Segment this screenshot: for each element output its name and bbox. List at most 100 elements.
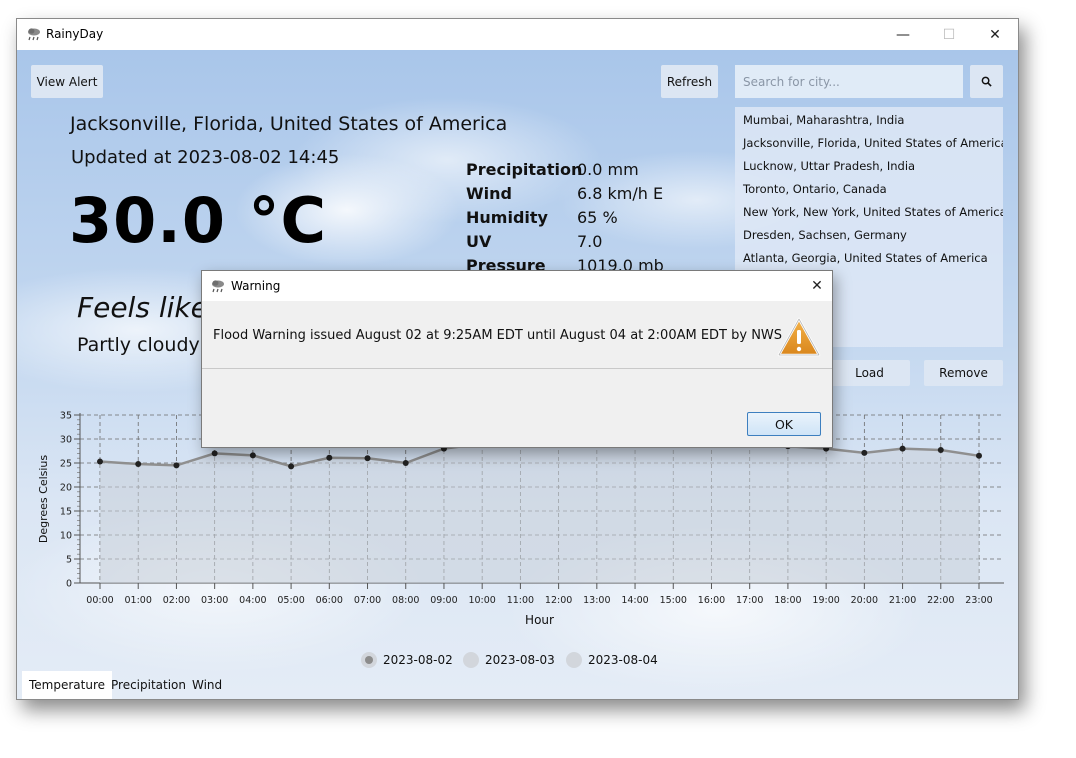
search-button[interactable] bbox=[970, 65, 1003, 98]
x-tick-label: 07:00 bbox=[354, 595, 381, 606]
data-point bbox=[899, 445, 906, 452]
refresh-button[interactable]: Refresh bbox=[661, 65, 718, 98]
dialog-title-bar: Warning ✕ bbox=[202, 271, 832, 301]
x-tick-label: 15:00 bbox=[660, 595, 687, 606]
view-alert-button[interactable]: View Alert bbox=[31, 65, 103, 98]
list-item[interactable]: New York, New York, United States of Ame… bbox=[743, 205, 1003, 219]
x-tick-label: 06:00 bbox=[316, 595, 343, 606]
stat-label: Humidity bbox=[466, 208, 548, 227]
window-title: RainyDay bbox=[46, 27, 104, 41]
stat-value: 0.0 mm bbox=[577, 160, 639, 179]
x-tick-label: 23:00 bbox=[965, 595, 992, 606]
search-icon bbox=[981, 76, 992, 87]
x-tick-label: 17:00 bbox=[736, 595, 763, 606]
x-tick-label: 09:00 bbox=[430, 595, 457, 606]
x-tick-label: 08:00 bbox=[392, 595, 419, 606]
stat-label: UV bbox=[466, 232, 492, 251]
dialog-message: Flood Warning issued August 02 at 9:25AM… bbox=[213, 328, 783, 343]
x-tick-label: 16:00 bbox=[698, 595, 725, 606]
data-point bbox=[861, 449, 868, 456]
y-tick-label: 25 bbox=[60, 459, 72, 470]
list-item[interactable]: Mumbai, Maharashtra, India bbox=[743, 113, 904, 127]
dialog-separator bbox=[202, 368, 832, 369]
warning-dialog: Warning ✕ Flood Warning issued August 02… bbox=[201, 270, 833, 448]
x-tick-label: 22:00 bbox=[927, 595, 954, 606]
list-item[interactable]: Atlanta, Georgia, United States of Ameri… bbox=[743, 251, 988, 265]
x-tick-label: 14:00 bbox=[621, 595, 648, 606]
x-tick-label: 11:00 bbox=[507, 595, 534, 606]
legend-marker-icon bbox=[566, 652, 582, 668]
tab-wind[interactable]: Wind bbox=[185, 671, 229, 699]
legend-label: 2023-08-04 bbox=[588, 653, 658, 667]
feels-like: Feels like bbox=[77, 291, 208, 324]
updated-time: Updated at 2023-08-02 14:45 bbox=[71, 147, 340, 168]
legend-marker-icon bbox=[463, 652, 479, 668]
minimize-button[interactable]: — bbox=[880, 19, 926, 50]
tab-temperature[interactable]: Temperature bbox=[22, 671, 113, 699]
stat-value: 6.8 km/h E bbox=[577, 184, 664, 203]
data-point bbox=[173, 462, 180, 469]
data-point bbox=[288, 463, 295, 470]
rain-cloud-icon bbox=[212, 280, 224, 293]
x-tick-label: 02:00 bbox=[163, 595, 190, 606]
x-tick-label: 05:00 bbox=[277, 595, 304, 606]
location-name: Jacksonville, Florida, United States of … bbox=[70, 113, 508, 135]
x-tick-label: 20:00 bbox=[851, 595, 878, 606]
data-point bbox=[249, 452, 256, 459]
dialog-close-button[interactable]: ✕ bbox=[802, 271, 832, 301]
x-tick-label: 18:00 bbox=[774, 595, 801, 606]
legend-item-2[interactable]: 2023-08-03 bbox=[463, 650, 555, 670]
legend-item-3[interactable]: 2023-08-04 bbox=[566, 650, 658, 670]
y-tick-label: 20 bbox=[60, 483, 72, 494]
search-input[interactable] bbox=[735, 65, 963, 98]
data-point bbox=[326, 454, 333, 461]
x-tick-label: 00:00 bbox=[86, 595, 113, 606]
stat-value: 65 % bbox=[577, 208, 618, 227]
x-tick-label: 13:00 bbox=[583, 595, 610, 606]
y-tick-label: 15 bbox=[60, 507, 72, 518]
data-point bbox=[976, 452, 982, 459]
data-point bbox=[211, 450, 218, 457]
y-tick-label: 0 bbox=[66, 579, 72, 590]
data-point bbox=[97, 458, 103, 465]
y-tick-label: 30 bbox=[60, 435, 72, 446]
data-point bbox=[937, 447, 944, 454]
legend-label: 2023-08-03 bbox=[485, 653, 555, 667]
rain-cloud-icon bbox=[28, 28, 40, 41]
legend-marker-icon bbox=[361, 652, 377, 668]
list-item[interactable]: Toronto, Ontario, Canada bbox=[743, 182, 887, 196]
x-tick-label: 21:00 bbox=[889, 595, 916, 606]
load-button[interactable]: Load bbox=[829, 360, 910, 386]
x-tick-label: 12:00 bbox=[545, 595, 572, 606]
y-tick-label: 35 bbox=[60, 411, 72, 422]
y-tick-label: 10 bbox=[60, 531, 72, 542]
x-tick-label: 03:00 bbox=[201, 595, 228, 606]
current-temperature: 30.0 °C bbox=[69, 184, 328, 257]
remove-button[interactable]: Remove bbox=[924, 360, 1003, 386]
x-axis-label: Hour bbox=[525, 613, 554, 627]
y-tick-label: 5 bbox=[66, 555, 72, 566]
x-tick-label: 10:00 bbox=[468, 595, 495, 606]
data-point bbox=[135, 460, 142, 467]
condition-text: Partly cloudy bbox=[77, 334, 200, 356]
warning-icon bbox=[777, 317, 821, 357]
data-point bbox=[402, 460, 409, 466]
list-item[interactable]: Dresden, Sachsen, Germany bbox=[743, 228, 907, 242]
maximize-button[interactable]: ☐ bbox=[926, 19, 972, 50]
stat-wind: Wind 6.8 km/h E bbox=[466, 184, 726, 208]
y-axis-label: Degrees Celsius bbox=[37, 455, 50, 544]
stat-precipitation: Precipitation 0.0 mm bbox=[466, 160, 726, 184]
list-item[interactable]: Jacksonville, Florida, United States of … bbox=[743, 136, 1003, 150]
stat-uv: UV 7.0 bbox=[466, 232, 726, 256]
data-point bbox=[364, 455, 371, 462]
dialog-title: Warning bbox=[231, 279, 281, 293]
stat-humidity: Humidity 65 % bbox=[466, 208, 726, 232]
close-button[interactable]: ✕ bbox=[972, 19, 1018, 50]
stat-label: Precipitation bbox=[466, 160, 583, 179]
list-item[interactable]: Lucknow, Uttar Pradesh, India bbox=[743, 159, 915, 173]
series-area bbox=[100, 439, 979, 583]
tab-precipitation[interactable]: Precipitation bbox=[104, 671, 193, 699]
legend-item-1[interactable]: 2023-08-02 bbox=[361, 650, 453, 670]
x-tick-label: 19:00 bbox=[812, 595, 839, 606]
ok-button[interactable]: OK bbox=[747, 412, 821, 436]
